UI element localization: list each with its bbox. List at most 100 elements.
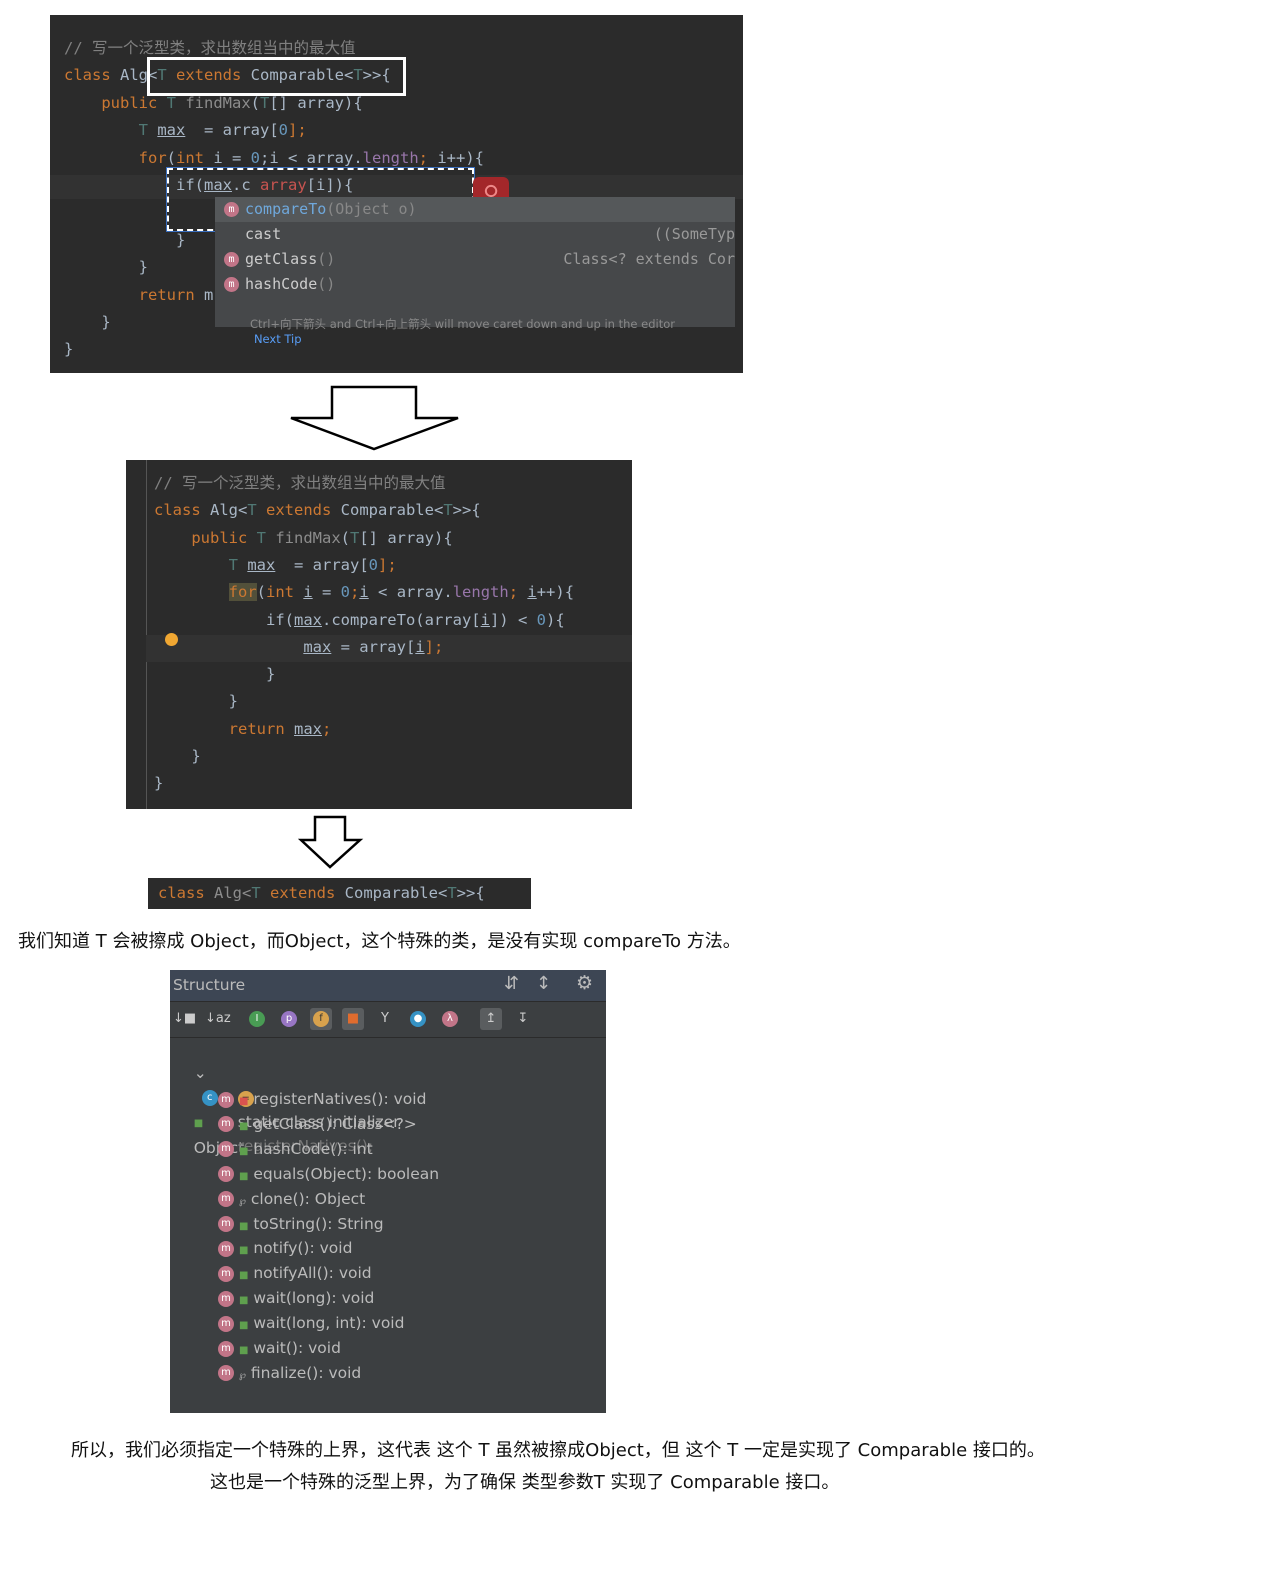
code-line: // 写一个泛型类，求出数组当中的最大值 (64, 37, 356, 59)
public-icon: ■ (238, 1120, 249, 1132)
show-anonymous-icon[interactable]: Y (374, 1008, 396, 1030)
show-non-public-icon[interactable]: ■ (342, 1008, 364, 1030)
method-icon: m (218, 1265, 234, 1282)
code-token: ]) < (489, 610, 537, 629)
code-token: >>{ (452, 501, 481, 520)
tree-item-method[interactable]: m ■ wait(): void (218, 1336, 341, 1360)
code-token: findMax (185, 93, 251, 112)
method-icon: m (218, 1141, 234, 1158)
sort-by-visibility-icon[interactable]: ↓■ (173, 1008, 196, 1030)
code-token: T (247, 501, 266, 520)
show-fields-icon[interactable]: f (310, 1008, 332, 1030)
code-token: 0 (368, 555, 378, 574)
tree-item-method[interactable]: m ■ registerNatives(): void (218, 1087, 426, 1111)
sort-alphabetically-icon[interactable]: ↓az (205, 1008, 231, 1030)
code-token: m (203, 285, 214, 304)
code-token: 0 (536, 610, 546, 629)
method-label: equals(Object): boolean (253, 1164, 440, 1183)
code-token: class (158, 884, 214, 902)
code-token: ( (256, 583, 266, 602)
method-label: clone(): Object (250, 1189, 366, 1208)
tree-item-method[interactable]: m ■ getClass(): Class<?> (218, 1112, 417, 1136)
code-token: i (527, 583, 537, 602)
gear-icon[interactable]: ⚙ (576, 972, 593, 994)
code-token: = array[ (185, 121, 279, 140)
code-line: public T findMax(T[] array){ (154, 527, 452, 549)
code-line: if(max.compareTo(array[i]) < 0){ (154, 609, 565, 631)
tree-item-method[interactable]: m ■ toString(): String (218, 1212, 384, 1236)
chevron-down-icon[interactable]: ⌄ (194, 1064, 207, 1082)
panel-title: Structure (173, 976, 246, 994)
code-token: Alg (120, 66, 148, 85)
tree-item-method[interactable]: m ℘ finalize(): void (218, 1361, 361, 1385)
code-token: .compareTo(array[ (321, 610, 481, 629)
tree-item-method[interactable]: m ■ wait(long): void (218, 1286, 374, 1310)
method-label: wait(long, int): void (253, 1314, 405, 1333)
code-token: } (64, 258, 148, 277)
code-token: findMax (275, 528, 341, 547)
code-token: T (256, 528, 276, 547)
method-label: finalize(): void (250, 1363, 362, 1382)
structure-panel: Structure ⇵ ↕ ⚙ ↓■ ↓az I p f ■ Y ● λ ↥ ↧… (170, 970, 606, 1413)
code-token: i = (213, 148, 251, 167)
code-token: T (260, 93, 270, 112)
code-token: Alg< (214, 884, 252, 902)
autoscroll-from-source-icon[interactable]: ↧ (512, 1008, 534, 1030)
code-token: Comparable< (344, 884, 448, 902)
item-signature: () (317, 250, 336, 268)
code-token: } (64, 313, 111, 331)
method-icon: m (218, 1166, 234, 1183)
public-icon: ■ (238, 1245, 249, 1257)
code-token: T (350, 528, 360, 547)
code-token: public (64, 93, 167, 112)
autoscroll-to-source-icon[interactable]: ↥ (480, 1008, 502, 1030)
autocomplete-item[interactable]: m getClass() Class<? extends Cor (215, 247, 735, 272)
code-token: class (154, 501, 210, 520)
code-token: // 写一个泛型类，求出数组当中的最大值 (154, 474, 446, 492)
public-icon: ■ (238, 1295, 249, 1307)
code-token: = array[ (331, 637, 416, 656)
code-token: i (415, 637, 425, 656)
code-editor-autocomplete: // 写一个泛型类，求出数组当中的最大值 class Alg<T extends … (50, 15, 743, 373)
popup-tip: Ctrl+向下箭头 and Ctrl+向上箭头 will move caret … (249, 317, 675, 331)
code-token: ; (418, 148, 438, 167)
item-name: compareTo (245, 200, 327, 218)
public-icon: ■ (238, 1170, 249, 1182)
tree-root-object[interactable]: ⌄ c ■ Object (174, 1037, 244, 1157)
code-line: } (154, 663, 275, 685)
method-label: getClass(): Class<?> (253, 1114, 417, 1133)
explanation-text-3: 这也是一个特殊的泛型上界，为了确保 类型参数T 实现了 Comparable 接… (210, 1472, 840, 1493)
expand-all-icon[interactable]: ⇵ (504, 973, 519, 994)
show-lambdas-circle-icon[interactable]: ● (407, 1008, 429, 1030)
code-token: 0 (340, 583, 351, 602)
code-token: T (447, 884, 457, 902)
autocomplete-item[interactable]: m hashCode() (215, 272, 735, 297)
next-tip-link[interactable]: Next Tip (254, 332, 302, 346)
method-label: wait(long): void (253, 1289, 375, 1308)
public-icon: ■ (238, 1320, 249, 1332)
tree-item-initializer[interactable]: = static class initializer registerNativ… (218, 1062, 400, 1155)
show-properties-icon[interactable]: p (278, 1008, 300, 1030)
tree-item-method[interactable]: m ■ notify(): void (218, 1236, 352, 1260)
show-inherited-icon[interactable]: I (246, 1008, 268, 1030)
code-token: max (303, 637, 332, 656)
code-token: 0 (250, 148, 260, 167)
show-lambdas-icon[interactable]: λ (439, 1008, 461, 1030)
tree-item-method[interactable]: m ■ equals(Object): boolean (218, 1162, 439, 1186)
method-icon: m (224, 252, 239, 267)
tree-item-method[interactable]: m ■ hashCode(): int (218, 1137, 373, 1161)
method-icon: m (224, 202, 239, 217)
tree-item-method[interactable]: m ■ wait(long, int): void (218, 1311, 404, 1335)
code-line: } (64, 229, 185, 251)
collapse-all-icon[interactable]: ↕ (536, 973, 551, 994)
code-token: } (154, 665, 276, 684)
code-token: } (64, 340, 74, 359)
autocomplete-item[interactable]: cast ((SomeTyp (215, 222, 735, 247)
tree-item-method[interactable]: m ■ notifyAll(): void (218, 1261, 372, 1285)
code-token: T (154, 555, 248, 574)
code-token: for (228, 583, 257, 602)
code-line: } (154, 690, 238, 712)
autocomplete-item[interactable]: m compareTo(Object o) (215, 197, 735, 222)
tree-item-method[interactable]: m ℘ clone(): Object (218, 1187, 365, 1211)
method-label: toString(): String (253, 1214, 384, 1233)
